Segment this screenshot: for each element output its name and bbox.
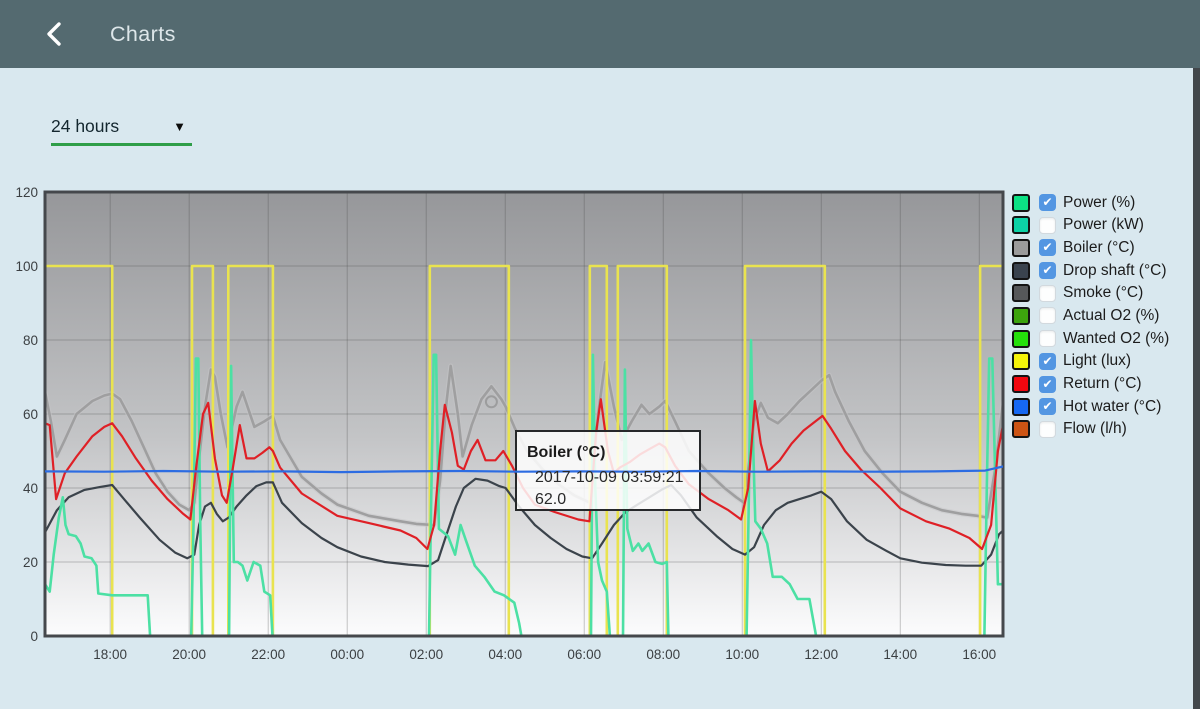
legend-swatch-actual-o2: [1012, 307, 1030, 325]
legend-row-wanted-o2: Wanted O2 (%): [1012, 330, 1169, 347]
back-button[interactable]: [42, 20, 70, 48]
x-tick-label: 20:00: [172, 647, 206, 662]
page-title: Charts: [110, 22, 176, 47]
legend-checkbox-power-kw[interactable]: [1039, 217, 1056, 234]
legend-row-hot-water: ✔ Hot water (°C): [1012, 398, 1169, 415]
x-tick-label: 12:00: [804, 647, 838, 662]
legend-label-light: Light (lux): [1063, 352, 1131, 370]
legend-checkbox-light[interactable]: ✔: [1039, 353, 1056, 370]
chevron-left-icon: [44, 21, 68, 47]
legend-swatch-smoke: [1012, 284, 1030, 302]
x-tick-label: 06:00: [567, 647, 601, 662]
legend-label-return: Return (°C): [1063, 375, 1142, 393]
legend-swatch-wanted-o2: [1012, 330, 1030, 348]
legend-checkbox-return[interactable]: ✔: [1039, 376, 1056, 393]
legend-swatch-flow: [1012, 420, 1030, 438]
x-tick-label: 18:00: [93, 647, 127, 662]
y-tick-label: 0: [30, 629, 38, 644]
x-tick-label: 02:00: [409, 647, 443, 662]
legend-checkbox-hot-water[interactable]: ✔: [1039, 398, 1056, 415]
legend-checkbox-smoke[interactable]: [1039, 285, 1056, 302]
legend-swatch-drop-shaft: [1012, 262, 1030, 280]
legend-swatch-light: [1012, 352, 1030, 370]
legend-label-power-percent: Power (%): [1063, 194, 1135, 212]
time-range-dropdown[interactable]: 24 hours ▼: [51, 113, 192, 146]
legend-row-actual-o2: Actual O2 (%): [1012, 307, 1169, 324]
time-range-value: 24 hours: [51, 116, 119, 137]
legend-row-power-kw: Power (kW): [1012, 217, 1169, 234]
x-tick-label: 10:00: [725, 647, 759, 662]
legend-checkbox-power-percent[interactable]: ✔: [1039, 194, 1056, 211]
legend-checkbox-actual-o2[interactable]: [1039, 307, 1056, 324]
legend-checkbox-flow[interactable]: [1039, 421, 1056, 438]
legend-checkbox-wanted-o2[interactable]: [1039, 330, 1056, 347]
tooltip-title: Boiler (°C): [527, 444, 605, 461]
legend-row-flow: Flow (l/h): [1012, 421, 1169, 438]
y-tick-label: 100: [15, 259, 38, 274]
x-tick-label: 22:00: [251, 647, 285, 662]
legend-label-actual-o2: Actual O2 (%): [1063, 307, 1159, 325]
legend-swatch-power-percent: [1012, 194, 1030, 212]
legend-swatch-power-kw: [1012, 216, 1030, 234]
app-header: Charts: [0, 0, 1200, 68]
dropdown-caret-icon: ▼: [173, 119, 186, 134]
legend-label-hot-water: Hot water (°C): [1063, 398, 1161, 416]
legend-row-power-percent: ✔ Power (%): [1012, 194, 1169, 211]
legend-row-smoke: Smoke (°C): [1012, 285, 1169, 302]
legend-swatch-return: [1012, 375, 1030, 393]
y-tick-label: 40: [23, 481, 38, 496]
legend-label-wanted-o2: Wanted O2 (%): [1063, 330, 1169, 348]
tooltip-value: 62.0: [535, 491, 566, 508]
legend-row-light: ✔ Light (lux): [1012, 353, 1169, 370]
y-tick-label: 120: [15, 185, 38, 200]
legend-label-drop-shaft: Drop shaft (°C): [1063, 262, 1167, 280]
legend-swatch-boiler: [1012, 239, 1030, 257]
legend-label-smoke: Smoke (°C): [1063, 284, 1143, 302]
x-tick-label: 08:00: [646, 647, 680, 662]
x-tick-label: 16:00: [962, 647, 996, 662]
legend-label-boiler: Boiler (°C): [1063, 239, 1135, 257]
legend-checkbox-boiler[interactable]: ✔: [1039, 239, 1056, 256]
tooltip-datetime: 2017-10-09 03:59:21: [535, 469, 684, 486]
legend-row-drop-shaft: ✔ Drop shaft (°C): [1012, 262, 1169, 279]
legend-label-flow: Flow (l/h): [1063, 420, 1127, 438]
x-tick-label: 00:00: [330, 647, 364, 662]
chart-legend: ✔ Power (%) Power (kW) ✔ Boiler (°C) ✔ Drop sh…: [1012, 194, 1169, 444]
legend-swatch-hot-water: [1012, 398, 1030, 416]
x-tick-label: 04:00: [488, 647, 522, 662]
y-tick-label: 20: [23, 555, 38, 570]
legend-checkbox-drop-shaft[interactable]: ✔: [1039, 262, 1056, 279]
y-tick-label: 80: [23, 333, 38, 348]
y-tick-label: 60: [23, 407, 38, 422]
x-tick-label: 14:00: [883, 647, 917, 662]
legend-label-power-kw: Power (kW): [1063, 216, 1144, 234]
vertical-scrollbar[interactable]: [1193, 68, 1200, 709]
legend-row-boiler: ✔ Boiler (°C): [1012, 239, 1169, 256]
legend-row-return: ✔ Return (°C): [1012, 376, 1169, 393]
